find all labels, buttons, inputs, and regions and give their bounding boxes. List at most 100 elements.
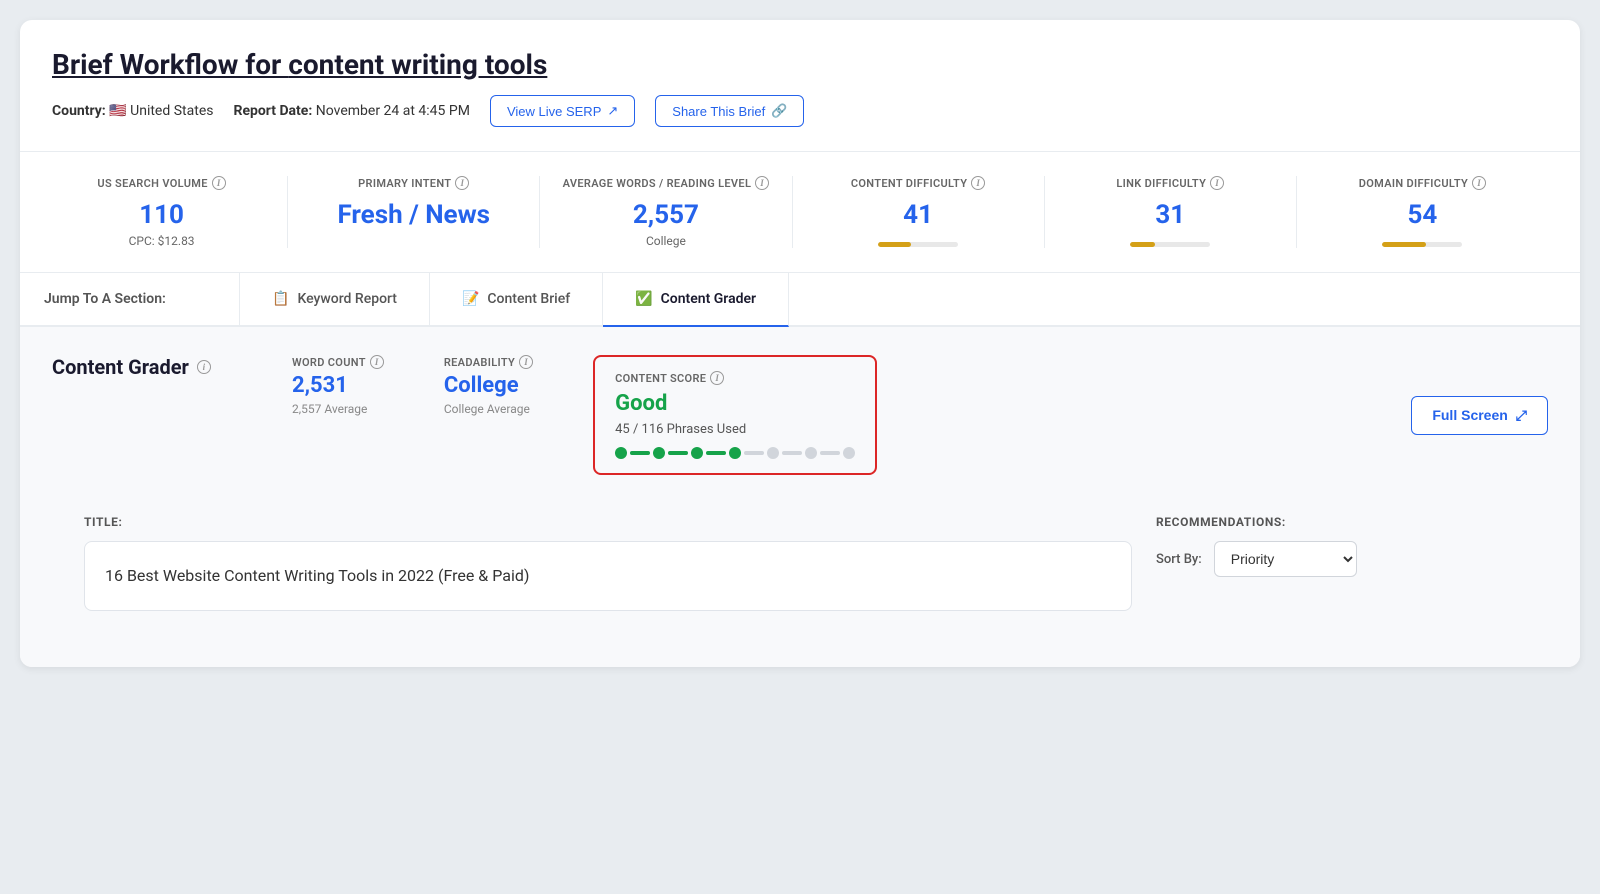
progress-connector-6 [820,451,840,455]
progress-connector-5 [782,451,802,455]
stat-avg-words: AVERAGE WORDS / READING LEVEL i 2,557 Co… [540,176,792,248]
content-score-label: CONTENT SCORE i [615,371,855,385]
stat-label: DOMAIN DIFFICULTY i [1359,176,1486,190]
difficulty-fill [1130,242,1155,247]
grader-stats: WORD COUNT i 2,531 2,557 Average READABI… [292,355,1351,475]
sort-select[interactable]: Priority Alphabetical Score [1214,541,1357,577]
progress-connector-2 [668,451,688,455]
grader-word-count: WORD COUNT i 2,531 2,557 Average [292,355,384,416]
score-progress-bar [615,447,855,459]
title-keyword: content writing tools [288,48,547,81]
info-icon[interactable]: i [455,176,469,190]
stat-label: LINK DIFFICULTY i [1116,176,1224,190]
view-serp-button[interactable]: View Live SERP ↗ [490,95,635,127]
progress-connector-1 [630,451,650,455]
main-container: Brief Workflow for content writing tools… [20,20,1580,667]
stat-sub: College [646,234,686,248]
title-prefix: Brief Workflow for [52,48,288,81]
info-icon[interactable]: i [755,176,769,190]
progress-dot-7 [843,447,855,459]
stat-value: 31 [1155,200,1185,230]
recommendations-column: RECOMMENDATIONS: Sort By: Priority Alpha… [1156,515,1516,611]
readability-avg: College Average [444,402,533,416]
recommendations-label: RECOMMENDATIONS: [1156,515,1516,529]
stat-us-search-volume: US SEARCH VOLUME i 110 CPC: $12.83 [52,176,288,248]
report-date: Report Date: November 24 at 4:45 PM [233,103,469,119]
info-icon[interactable]: i [710,371,724,385]
progress-dot-4 [729,447,741,459]
tab-content-grader[interactable]: ✅ Content Grader [603,273,789,327]
sort-row: Sort By: Priority Alphabetical Score [1156,541,1516,577]
stat-label: CONTENT DIFFICULTY i [851,176,985,190]
info-icon[interactable]: i [1472,176,1486,190]
bottom-section: TITLE: 16 Best Website Content Writing T… [52,515,1548,639]
country-info: Country: 🇺🇸 United States [52,103,213,119]
title-box: 16 Best Website Content Writing Tools in… [84,541,1132,611]
info-icon[interactable]: i [971,176,985,190]
stat-label: US SEARCH VOLUME i [97,176,225,190]
readability-label: READABILITY i [444,355,533,369]
stat-content-difficulty: CONTENT DIFFICULTY i 41 [793,176,1045,248]
info-icon[interactable]: i [1210,176,1224,190]
stats-section: US SEARCH VOLUME i 110 CPC: $12.83 PRIMA… [20,152,1580,273]
header-section: Brief Workflow for content writing tools… [20,20,1580,152]
link-icon: 🔗 [771,103,787,119]
full-screen-button[interactable]: Full Screen ⤢ [1411,396,1548,435]
content-score-phrases: 45 / 116 Phrases Used [615,422,855,437]
info-icon[interactable]: i [370,355,384,369]
stat-label: AVERAGE WORDS / READING LEVEL i [563,176,770,190]
difficulty-bar [878,242,958,247]
page-title: Brief Workflow for content writing tools [52,48,1548,81]
difficulty-bar [1382,242,1462,247]
tab-content-brief[interactable]: 📝 Content Brief [430,273,603,327]
tab-keyword-report[interactable]: 📋 Keyword Report [240,273,430,327]
info-icon[interactable]: i [519,355,533,369]
stat-value[interactable]: Fresh / News [337,200,490,230]
difficulty-bar [1130,242,1210,247]
word-count-label: WORD COUNT i [292,355,384,369]
progress-connector-4 [744,451,764,455]
stat-value: 2,557 [633,200,699,230]
progress-connector-3 [706,451,726,455]
stat-domain-difficulty: DOMAIN DIFFICULTY i 54 [1297,176,1548,248]
share-brief-button[interactable]: Share This Brief 🔗 [655,95,804,127]
stat-label: PRIMARY INTENT i [358,176,469,190]
progress-dot-6 [805,447,817,459]
sort-by-label: Sort By: [1156,552,1202,567]
stat-value: 54 [1408,200,1438,230]
country-flag: 🇺🇸 [109,103,126,119]
nav-jump-label: Jump To A Section: [20,273,240,325]
nav-section: Jump To A Section: 📋 Keyword Report 📝 Co… [20,273,1580,327]
progress-dot-1 [615,447,627,459]
title-column: TITLE: 16 Best Website Content Writing T… [84,515,1132,611]
title-section-label: TITLE: [84,515,1132,529]
stat-value: 110 [139,200,184,230]
difficulty-fill [878,242,911,247]
difficulty-fill [1382,242,1425,247]
stat-link-difficulty: LINK DIFFICULTY i 31 [1045,176,1297,248]
bottom-grid: TITLE: 16 Best Website Content Writing T… [84,515,1516,611]
progress-dot-5 [767,447,779,459]
content-score-box: CONTENT SCORE i Good 45 / 116 Phrases Us… [593,355,877,475]
grader-readability: READABILITY i College College Average [444,355,533,416]
content-grader-icon: ✅ [635,291,652,307]
progress-dot-2 [653,447,665,459]
expand-icon: ⤢ [1516,407,1527,424]
content-brief-icon: 📝 [462,291,479,307]
header-meta: Country: 🇺🇸 United States Report Date: N… [52,95,1548,127]
info-icon[interactable]: i [212,176,226,190]
readability-value: College [444,373,533,398]
progress-dot-3 [691,447,703,459]
stat-primary-intent: PRIMARY INTENT i Fresh / News [288,176,540,248]
word-count-value: 2,531 [292,373,384,398]
stat-value: 41 [903,200,933,230]
keyword-report-icon: 📋 [272,291,289,307]
stat-sub: CPC: $12.83 [129,234,195,248]
word-count-avg: 2,557 Average [292,402,384,416]
external-link-icon: ↗ [607,103,618,119]
content-grader-section: Content Grader i WORD COUNT i 2,531 2,55… [20,327,1580,667]
content-score-grade: Good [615,391,855,416]
grader-header: Content Grader i WORD COUNT i 2,531 2,55… [52,355,1548,475]
country-name: United States [130,103,213,119]
grader-info-icon[interactable]: i [197,360,211,374]
